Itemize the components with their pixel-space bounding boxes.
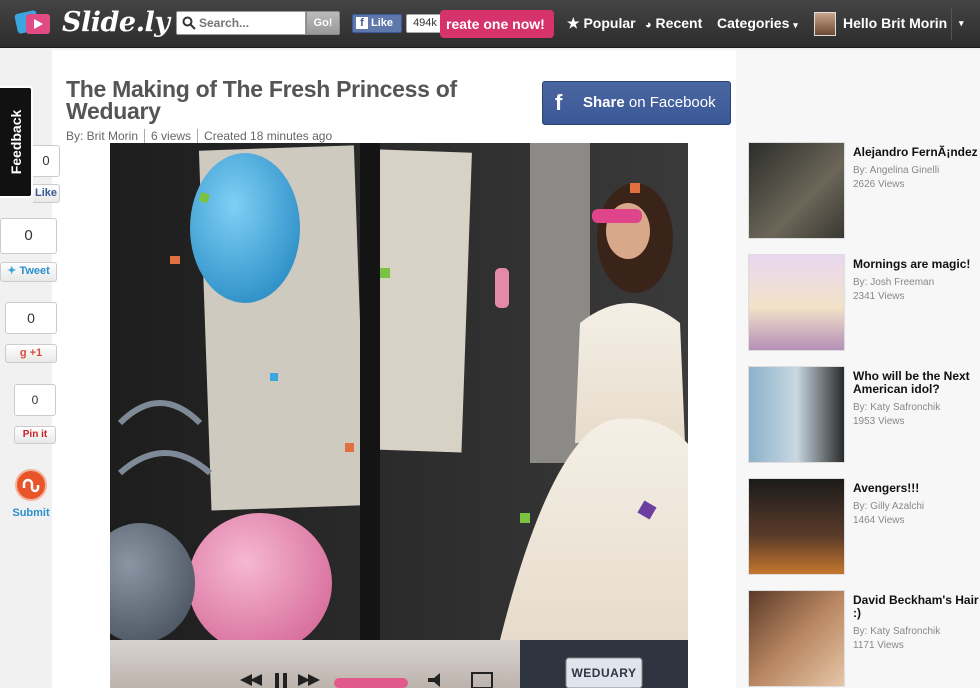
nav-popular-label: Popular xyxy=(583,15,636,31)
nav-recent-label: Recent xyxy=(655,15,703,31)
view-count: 6 views xyxy=(151,129,192,143)
fullscreen-icon xyxy=(471,672,493,688)
stumbleupon-icon[interactable] xyxy=(15,469,47,501)
next-slide-thumbnail[interactable]: WEDUARY xyxy=(520,640,688,688)
sidebar-item-views: 1171 Views xyxy=(853,640,904,651)
nav-categories[interactable]: Categories ▾ xyxy=(717,15,798,31)
nav-popular[interactable]: ★ Popular xyxy=(567,15,636,32)
top-navigation-bar: Slide.ly Go! fLike 494k reate one now! ★… xyxy=(0,0,980,48)
thumb-plate-graphic xyxy=(520,640,688,688)
sidebar-item-views: 2626 Views xyxy=(853,179,905,190)
sidebar-thumbnail[interactable] xyxy=(748,478,845,575)
nav-categories-label: Categories xyxy=(717,15,790,31)
user-greeting[interactable]: Hello Brit Morin xyxy=(843,15,947,31)
player-controls-graphic xyxy=(240,672,493,688)
sidebar-item-author: By: Josh Freeman xyxy=(853,277,935,288)
slide-photo[interactable] xyxy=(110,143,688,640)
clock-icon: ◕ xyxy=(645,19,652,31)
create-one-now-button[interactable]: reate one now! xyxy=(440,10,554,38)
pause-icon xyxy=(275,673,287,688)
sidebar-item-author: By: Katy Safronchik xyxy=(853,402,941,413)
gplus-icon: g xyxy=(19,347,27,359)
share-facebook-rest: on Facebook xyxy=(624,94,716,111)
facebook-icon: f xyxy=(356,17,368,29)
gplus-label: +1 xyxy=(29,347,43,359)
slideshow-meta: By: Brit Morin 6 views Created 18 minutes … xyxy=(66,129,332,143)
pin-count: 0 xyxy=(14,384,56,416)
created-time: Created 18 minutes ago xyxy=(204,129,333,143)
sidebar-item-title[interactable]: Avengers!!! xyxy=(853,482,980,495)
chevron-down-icon: ▾ xyxy=(793,20,798,30)
feedback-label: Feedback xyxy=(7,109,24,175)
like-count: 0 xyxy=(33,145,60,177)
facebook-like-button[interactable]: f Like xyxy=(352,14,402,33)
sidebar-thumbnail[interactable] xyxy=(748,590,845,687)
sidebar-thumbnail[interactable] xyxy=(748,366,845,463)
nav-divider xyxy=(951,8,952,40)
sidebar-item-title[interactable]: David Beckham's Hair :) xyxy=(853,594,980,620)
share-facebook-bold: Share xyxy=(583,94,625,111)
share-facebook-label: Share on Facebook xyxy=(583,94,716,111)
feedback-tab[interactable]: Feedback xyxy=(0,86,33,198)
sidebar-thumbnail[interactable] xyxy=(748,254,845,351)
tweet-label: Tweet xyxy=(19,265,50,277)
sidebar-item-views: 1953 Views xyxy=(853,416,905,427)
sidebar-item-views: 2341 Views xyxy=(853,291,905,302)
slideshow-player[interactable]: WEDUARY xyxy=(110,143,688,688)
sidebar-item-title[interactable]: Alejandro FernÃ¡ndez xyxy=(853,146,980,159)
stumbleupon-glyph xyxy=(22,478,40,493)
pin-it-button[interactable]: Pin it xyxy=(14,426,56,444)
tweet-count: 0 xyxy=(0,218,57,254)
sidebar-item-author: By: Gilly Azalchi xyxy=(853,501,925,512)
volume-icon xyxy=(428,673,440,687)
user-menu-chevron-icon[interactable]: ▾ xyxy=(959,18,964,29)
gplus-count: 0 xyxy=(5,302,57,334)
sidebar-item-author: By: Angelina Ginelli xyxy=(853,165,940,176)
search-go-button[interactable]: Go! xyxy=(306,11,340,35)
sidebar-item[interactable]: Who will be the Next American idol? By: … xyxy=(748,366,980,464)
forward-icon xyxy=(298,674,320,686)
sidebar-item-title[interactable]: Who will be the Next American idol? xyxy=(853,370,980,396)
sidebar-item[interactable]: Mornings are magic! By: Josh Freeman 234… xyxy=(748,254,980,352)
twitter-icon: ✦ xyxy=(7,265,17,277)
sidebar-item-views: 1464 Views xyxy=(853,515,905,526)
share-on-facebook-button[interactable]: f Share on Facebook xyxy=(542,81,731,125)
sidebar-item[interactable]: Avengers!!! By: Gilly Azalchi 1464 Views xyxy=(748,478,980,576)
author-link[interactable]: By: Brit Morin xyxy=(66,129,138,143)
sidebar-item[interactable]: David Beckham's Hair :) By: Katy Safronc… xyxy=(748,590,980,688)
slideshow-controls xyxy=(110,640,520,688)
tweet-button[interactable]: ✦ Tweet xyxy=(0,262,57,282)
rewind-icon xyxy=(240,674,262,686)
sidebar-thumbnail[interactable] xyxy=(748,142,845,239)
facebook-icon: f xyxy=(555,90,563,115)
logo-text[interactable]: Slide.ly xyxy=(62,7,170,38)
search-icon xyxy=(182,16,196,30)
nav-recent[interactable]: ◕ Recent xyxy=(645,15,702,31)
facebook-like-count: 494k xyxy=(406,14,444,33)
user-avatar[interactable] xyxy=(814,12,836,36)
like-button[interactable]: Like xyxy=(33,184,60,203)
gplus-button[interactable]: g +1 xyxy=(5,344,57,363)
sidebar-item-title[interactable]: Mornings are magic! xyxy=(853,258,980,271)
stumble-submit-button[interactable]: Submit xyxy=(5,505,57,523)
sidebar-item-author: By: Katy Safronchik xyxy=(853,626,941,637)
slidely-logo-icon[interactable] xyxy=(14,8,54,38)
facebook-like-label: Like xyxy=(371,17,394,29)
star-icon: ★ xyxy=(567,15,580,31)
license-plate-text: WEDUARY xyxy=(571,666,637,680)
page-title: The Making of The Fresh Princess of Wedu… xyxy=(66,76,457,124)
sidebar-item[interactable]: Alejandro FernÃ¡ndez By: Angelina Ginell… xyxy=(748,142,980,240)
